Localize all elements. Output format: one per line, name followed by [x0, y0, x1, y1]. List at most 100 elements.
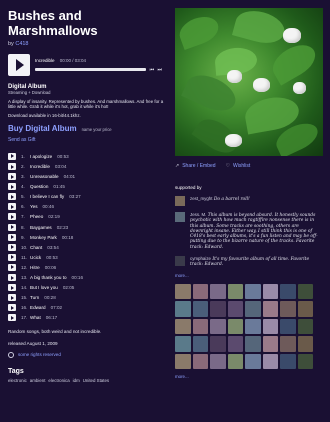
fan-avatar[interactable] [210, 283, 226, 300]
track-play-button[interactable] [8, 223, 16, 231]
track-title[interactable]: Hitre [30, 265, 40, 270]
fan-avatar[interactable] [227, 353, 243, 370]
track-title[interactable]: But I love you [30, 285, 58, 290]
track-play-button[interactable] [8, 203, 16, 211]
fan-avatar[interactable] [227, 318, 243, 335]
supporter-name[interactable]: zest_myght [190, 196, 212, 201]
fan-avatar[interactable] [175, 318, 191, 335]
track-play-button[interactable] [8, 304, 16, 312]
fan-avatar[interactable] [262, 301, 278, 317]
fan-avatar[interactable] [245, 283, 261, 300]
progress-bar[interactable] [35, 68, 146, 71]
fan-avatar[interactable] [210, 318, 226, 335]
fan-avatar[interactable] [192, 353, 208, 370]
track-row: 5. I believe I can fly 03:27 [8, 192, 168, 202]
track-title[interactable]: Monkey Park [30, 235, 57, 240]
track-play-button[interactable] [8, 233, 16, 241]
track-title[interactable]: Unreasonable [30, 174, 59, 179]
tag-link[interactable]: United States [83, 378, 109, 383]
fan-avatar[interactable] [280, 336, 296, 352]
wishlist-button[interactable]: ♡ Wishlist [226, 163, 251, 169]
fan-avatar[interactable] [280, 353, 296, 370]
fan-avatar[interactable] [227, 301, 243, 317]
track-title[interactable]: I apologize [30, 154, 52, 159]
track-title[interactable]: Chant [30, 245, 42, 250]
fan-avatar[interactable] [262, 353, 278, 370]
fan-avatar[interactable] [192, 336, 208, 352]
fan-avatar[interactable] [210, 353, 226, 370]
track-title[interactable]: What [30, 315, 41, 320]
album-cover-art[interactable] [175, 8, 323, 156]
fan-avatar[interactable] [262, 283, 278, 300]
fan-avatar[interactable] [297, 301, 313, 317]
more-fans-link[interactable]: more... [175, 374, 323, 379]
track-play-button[interactable] [8, 183, 16, 191]
fan-avatar[interactable] [175, 301, 191, 317]
tag-link[interactable]: electronic [8, 378, 27, 383]
send-as-gift-link[interactable]: Send as Gift [8, 137, 168, 143]
avatar[interactable] [175, 196, 185, 206]
fan-avatar[interactable] [297, 353, 313, 370]
skip-controls-icon[interactable]: ⏮ ⏭ [150, 67, 163, 73]
supporter-name[interactable]: Jess. M. [190, 212, 206, 217]
share-embed-button[interactable]: ↗ Share / Embed [175, 163, 216, 169]
fan-avatar[interactable] [210, 336, 226, 352]
fan-avatar[interactable] [210, 301, 226, 317]
fan-avatar[interactable] [280, 301, 296, 317]
fan-avatar[interactable] [192, 318, 208, 335]
fan-avatar[interactable] [245, 318, 261, 335]
track-title[interactable]: Edward [30, 305, 46, 310]
fan-avatar[interactable] [192, 301, 208, 317]
fan-avatar[interactable] [175, 283, 191, 300]
fan-avatar[interactable] [297, 283, 313, 300]
fan-avatar[interactable] [280, 283, 296, 300]
supporter-name[interactable]: cymphaize [190, 256, 211, 261]
track-play-button[interactable] [8, 284, 16, 292]
track-play-button[interactable] [8, 152, 16, 160]
fan-avatar[interactable] [262, 336, 278, 352]
fan-avatar[interactable] [297, 336, 313, 352]
more-supporters-link[interactable]: more... [175, 273, 323, 278]
track-title[interactable]: Question [30, 184, 48, 189]
track-play-button[interactable] [8, 253, 16, 261]
track-play-button[interactable] [8, 294, 16, 302]
avatar[interactable] [175, 212, 185, 222]
fan-avatar[interactable] [192, 283, 208, 300]
track-play-button[interactable] [8, 163, 16, 171]
track-play-button[interactable] [8, 314, 16, 322]
fan-avatar[interactable] [245, 301, 261, 317]
artist-link[interactable]: C418 [15, 41, 28, 47]
track-play-button[interactable] [8, 274, 16, 282]
tag-link[interactable]: electronica [48, 378, 69, 383]
fan-avatar[interactable] [175, 336, 191, 352]
track-title[interactable]: Baygames [30, 225, 52, 230]
fan-avatar[interactable] [245, 353, 261, 370]
fan-avatar[interactable] [227, 283, 243, 300]
track-title[interactable]: Pheeo [30, 214, 43, 219]
supporter-comment: This album is beyond absurd. It honestly… [190, 213, 318, 250]
fan-avatar[interactable] [280, 318, 296, 335]
marshmallow-shape [283, 28, 301, 43]
avatar[interactable] [175, 256, 185, 267]
tag-link[interactable]: ambient [30, 378, 46, 383]
tag-link[interactable]: idm [73, 378, 80, 383]
play-button[interactable] [8, 54, 30, 76]
track-play-button[interactable] [8, 193, 16, 201]
track-title[interactable]: Yes [30, 204, 38, 209]
fan-avatar[interactable] [297, 318, 313, 335]
fan-avatar[interactable] [175, 353, 191, 370]
track-title[interactable]: Turn [30, 295, 39, 300]
track-play-button[interactable] [8, 173, 16, 181]
track-title[interactable]: Incredible [30, 164, 50, 169]
fan-avatar[interactable] [262, 318, 278, 335]
fan-avatar[interactable] [227, 336, 243, 352]
license-link[interactable]: some rights reserved [18, 352, 61, 357]
track-play-button[interactable] [8, 263, 16, 271]
buy-digital-album-button[interactable]: Buy Digital Album [8, 124, 77, 133]
track-title[interactable]: I believe I can fly [30, 194, 64, 199]
fan-avatar[interactable] [245, 336, 261, 352]
track-title[interactable]: Ucick [30, 255, 41, 260]
track-play-button[interactable] [8, 213, 16, 221]
track-title[interactable]: A big thank you to [30, 275, 67, 280]
track-play-button[interactable] [8, 243, 16, 251]
